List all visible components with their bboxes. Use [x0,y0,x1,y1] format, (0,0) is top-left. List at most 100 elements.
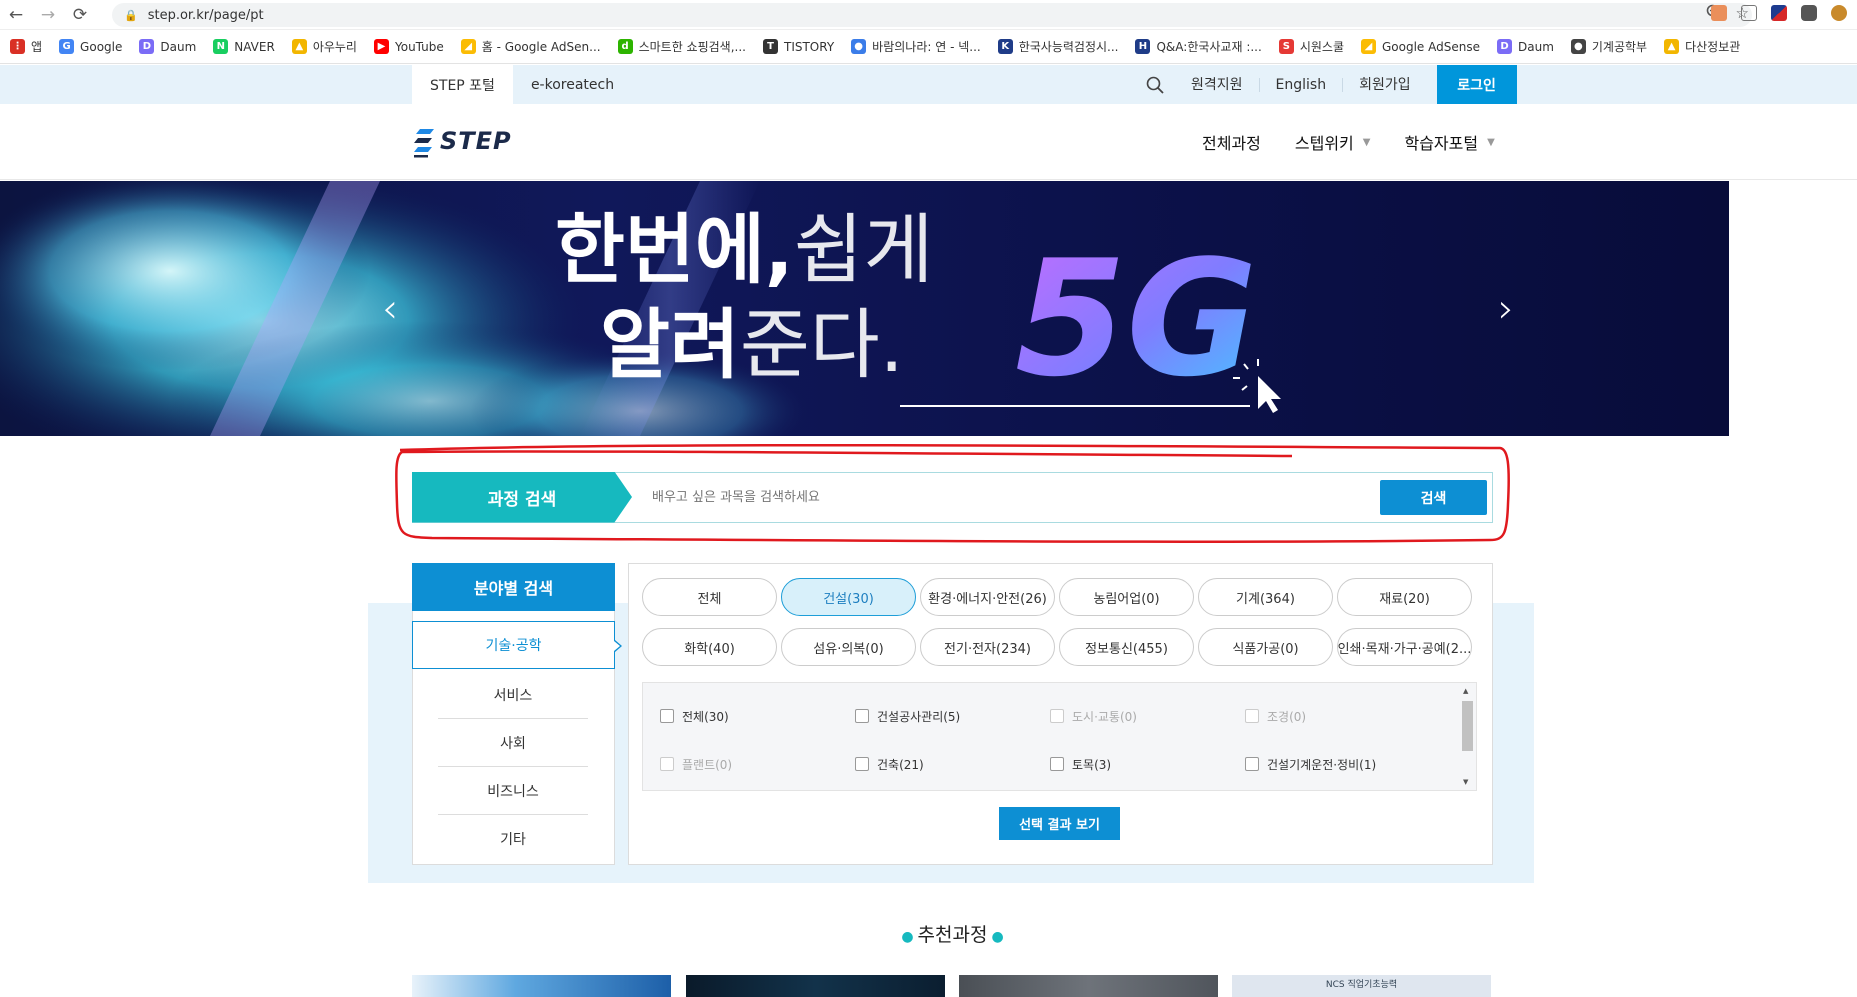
pill-construction[interactable]: 건설(30) [781,578,916,616]
remote-support-link[interactable]: 원격지원 [1175,78,1259,92]
bookmark-favicon-icon: G [59,39,75,54]
checkbox-civil-engineering[interactable]: 토목(3) [1050,753,1245,775]
bookmark-favicon-icon: D [1497,39,1512,54]
lock-icon: 🔒 [124,8,138,22]
checkbox-icon[interactable] [1245,757,1259,771]
course-thumbnail[interactable] [686,975,945,997]
bookmark-item[interactable]: ● 기계공학부 [1570,38,1648,55]
pill-chemistry[interactable]: 화학(40) [642,628,777,666]
checkbox-architecture[interactable]: 건축(21) [855,753,1050,775]
nav-learner-portal[interactable]: 학습자포털 ▼ [1404,130,1494,154]
course-thumbnail[interactable]: NCS 직업기초능력 [1232,975,1491,997]
bookmark-item[interactable]: T TISTORY [762,39,834,54]
course-thumbnail[interactable] [959,975,1218,997]
checkbox-icon[interactable] [660,709,674,723]
checkbox-construction-management[interactable]: 건설공사관리(5) [855,705,1050,727]
reload-icon[interactable]: ⟳ [64,0,96,30]
checkbox-icon[interactable] [855,709,869,723]
bookmark-item[interactable]: ◢ 홈 - Google AdSen... [460,38,601,55]
step-logo-mark [412,126,436,158]
bookmark-item[interactable]: D Daum [139,39,196,54]
scroll-down-icon[interactable]: ▼ [1463,778,1468,786]
bookmark-item[interactable]: ⋮ 앱 [10,38,42,55]
checkbox-construction-machinery[interactable]: 건설기계운전·정비(1) [1245,753,1440,775]
recommended-title-text: 추천과정 [917,924,988,946]
signup-link[interactable]: 회원가입 [1342,77,1427,92]
profile-icon[interactable] [1831,5,1847,21]
nav-all-courses[interactable]: 전체과정 [1202,130,1261,154]
hero-headline-1: 한번에,쉽게 [555,205,933,294]
nav-step-wiki[interactable]: 스텝위키 ▼ [1295,130,1371,154]
pill-information-communication[interactable]: 정보통신(455) [1059,628,1194,666]
category-business[interactable]: 비즈니스 [438,767,588,815]
bookmark-item[interactable]: ◢ Google AdSense [1361,39,1480,54]
checkbox-icon [1245,709,1259,723]
bookmark-label: Q&A:한국사교재 :... [1156,40,1262,54]
chevron-down-icon: ▼ [1487,136,1495,148]
checkbox-icon[interactable] [855,757,869,771]
forward-icon[interactable]: → [32,0,64,30]
bookmark-item[interactable]: ▲ 아우누리 [291,38,357,55]
bookmark-item[interactable]: H Q&A:한국사교재 :... [1135,38,1262,55]
bookmark-item[interactable]: G Google [59,39,122,54]
pill-all[interactable]: 전체 [642,578,777,616]
course-search-button[interactable]: 검색 [1380,480,1487,515]
bookmark-item[interactable]: ▶ YouTube [373,39,444,54]
scrollbar-thumb[interactable] [1462,701,1473,751]
bookmark-favicon-icon: ◢ [460,39,476,54]
bookmark-item[interactable]: d 스마트한 쇼핑검색,... [617,38,746,55]
back-icon[interactable]: ← [0,0,32,30]
nav-label: 전체과정 [1202,134,1261,153]
login-button[interactable]: 로그인 [1436,65,1517,104]
pill-agriculture-fishery[interactable]: 농림어업(0) [1059,578,1194,616]
extension-icon[interactable] [1771,5,1787,21]
category-etc[interactable]: 기타 [438,815,588,863]
course-search-input[interactable] [632,473,1380,522]
pill-food-processing[interactable]: 식품가공(0) [1198,628,1333,666]
bookmark-item[interactable]: K 한국사능력검정시... [997,38,1118,55]
category-tech-engineering[interactable]: 기술·공학 [412,621,622,669]
tab-e-koreatech[interactable]: e-koreatech [513,65,632,104]
pill-electrical-electronics[interactable]: 전기·전자(234) [920,628,1055,666]
bookmark-item[interactable]: D Daum [1497,39,1554,54]
bookmark-label: 홈 - Google AdSen... [481,40,601,54]
bookmark-label: 기계공학부 [1591,40,1648,54]
scroll-up-icon[interactable]: ▲ [1463,687,1468,695]
course-thumbnail[interactable] [412,975,671,997]
bookmark-favicon-icon: ● [851,39,867,54]
category-society[interactable]: 사회 [438,719,588,767]
puzzle-icon[interactable] [1801,5,1817,21]
bookmark-favicon-icon: S [1278,39,1294,54]
bookmark-item[interactable]: S 시원스쿨 [1278,38,1344,55]
tab-step-portal[interactable]: STEP 포털 [412,65,513,104]
subfield-scrollbar[interactable]: ▲ ▼ [1460,684,1475,789]
bookmark-item[interactable]: ● 바람의나라: 연 - 넥... [851,38,981,55]
chevron-right-icon[interactable]: › [1498,289,1514,329]
hero-headline-2: 알려준다. [600,300,904,389]
checkbox-icon[interactable] [1050,757,1064,771]
view-selected-results-button[interactable]: 선택 결과 보기 [999,807,1120,840]
bookmark-favicon-icon: d [617,39,633,54]
pill-printing-wood-furniture-craft[interactable]: 인쇄·목재·가구·공예(2... [1337,628,1472,666]
search-icon[interactable] [1135,65,1175,104]
bookmark-item[interactable]: ▲ 다산정보관 [1664,38,1740,55]
pill-materials[interactable]: 재료(20) [1337,578,1472,616]
bookmark-label: 아우누리 [312,40,357,54]
pill-environment-energy-safety[interactable]: 환경·에너지·안전(26) [920,578,1055,616]
extension-icon[interactable] [1711,5,1727,21]
step-logo[interactable]: STEP [412,126,512,158]
pill-machinery[interactable]: 기계(364) [1198,578,1333,616]
extension-icon[interactable] [1741,5,1757,21]
chevron-left-icon[interactable]: ‹ [382,289,398,329]
address-bar[interactable]: 🔒 step.or.kr/page/pt [112,3,1752,27]
nav-label: 스텝위키 [1294,134,1354,153]
english-link[interactable]: English [1258,77,1343,92]
bookmark-label: 스마트한 쇼핑검색,... [638,40,746,54]
checkbox-label: 토목(3) [1072,757,1112,772]
checkbox-subfield-all[interactable]: 전체(30) [660,705,855,727]
pill-textile-clothing[interactable]: 섬유·의복(0) [781,628,916,666]
checkbox-label: 플랜트(0) [682,757,733,772]
category-service[interactable]: 서비스 [438,671,588,719]
bookmark-favicon-icon: ● [1570,39,1586,54]
bookmark-item[interactable]: N NAVER [213,39,275,54]
